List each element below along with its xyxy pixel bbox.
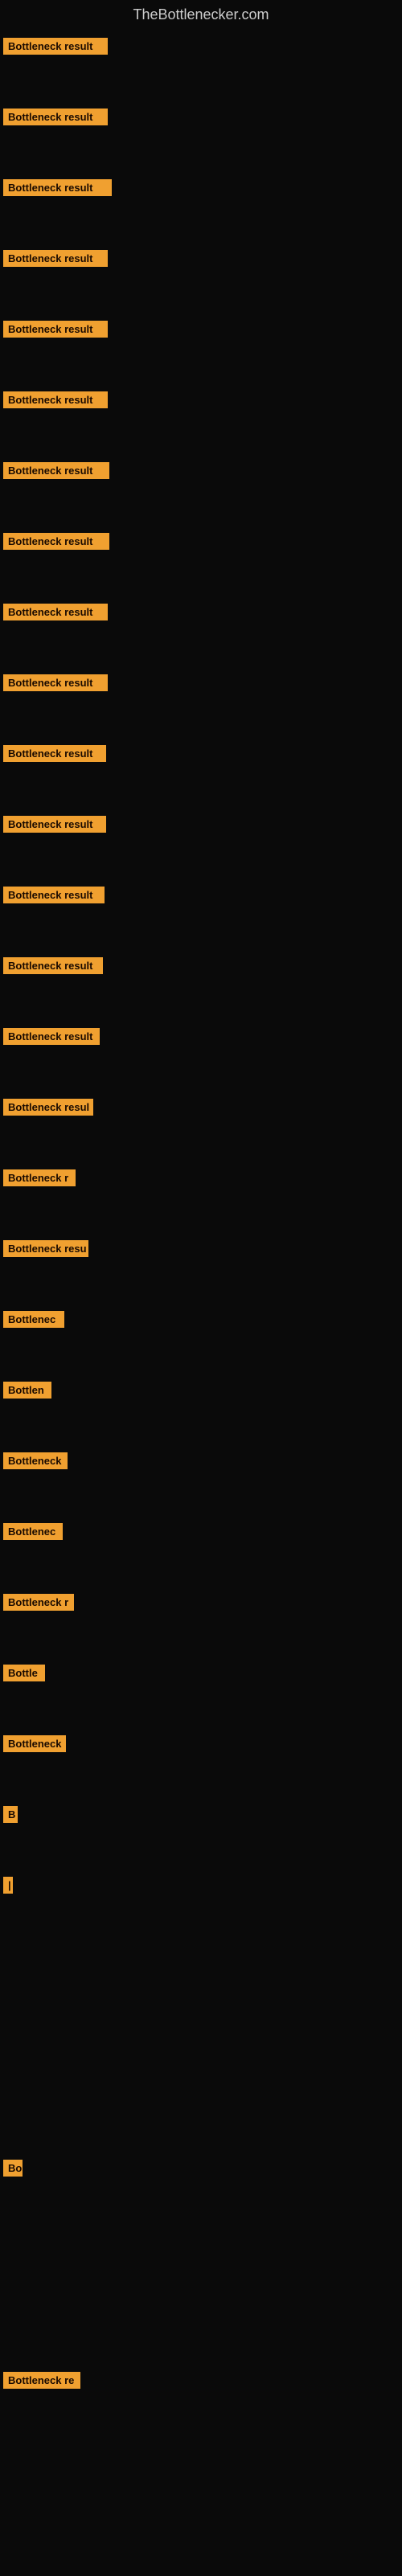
row-25: Bottleneck <box>0 1727 402 1798</box>
row-10: Bottleneck result <box>0 666 402 737</box>
row-16: Bottleneck resul <box>0 1091 402 1161</box>
bottleneck-label-15: Bottleneck result <box>3 1028 100 1045</box>
row-1: Bottleneck result <box>0 30 402 100</box>
bottleneck-label-24: Bottle <box>3 1665 45 1681</box>
bottleneck-label-27: | <box>3 1877 13 1894</box>
bottleneck-label-26: B <box>3 1806 18 1823</box>
bottleneck-label-14: Bottleneck result <box>3 957 103 974</box>
bottleneck-label-2: Bottleneck result <box>3 109 108 125</box>
bottleneck-label-13: Bottleneck result <box>3 887 105 903</box>
bottleneck-label-31: Bo <box>3 2160 23 2177</box>
row-30 <box>0 2081 402 2152</box>
row-11: Bottleneck result <box>0 737 402 808</box>
row-2: Bottleneck result <box>0 100 402 171</box>
row-20: Bottlen <box>0 1374 402 1444</box>
row-21: Bottleneck <box>0 1444 402 1515</box>
bottleneck-label-18: Bottleneck resu <box>3 1240 88 1257</box>
row-9: Bottleneck result <box>0 596 402 666</box>
row-17: Bottleneck r <box>0 1161 402 1232</box>
row-22: Bottlenec <box>0 1515 402 1586</box>
row-8: Bottleneck result <box>0 525 402 596</box>
bottleneck-label-3: Bottleneck result <box>3 179 112 196</box>
row-4: Bottleneck result <box>0 242 402 313</box>
row-26: B <box>0 1798 402 1869</box>
bottleneck-label-22: Bottlenec <box>3 1523 63 1540</box>
bottleneck-label-4: Bottleneck result <box>3 250 108 267</box>
bottleneck-label-19: Bottlenec <box>3 1311 64 1328</box>
row-23: Bottleneck r <box>0 1586 402 1657</box>
bottleneck-label-11: Bottleneck result <box>3 745 106 762</box>
row-29 <box>0 2010 402 2081</box>
bottleneck-label-34: Bottleneck re <box>3 2372 80 2389</box>
bottleneck-label-20: Bottlen <box>3 1382 51 1399</box>
bottleneck-label-21: Bottleneck <box>3 1452 68 1469</box>
row-7: Bottleneck result <box>0 454 402 525</box>
bottleneck-label-5: Bottleneck result <box>3 321 108 338</box>
row-33 <box>0 2293 402 2364</box>
row-19: Bottlenec <box>0 1303 402 1374</box>
bottleneck-label-9: Bottleneck result <box>3 604 108 620</box>
row-18: Bottleneck resu <box>0 1232 402 1303</box>
bottleneck-label-8: Bottleneck result <box>3 533 109 550</box>
bottleneck-label-1: Bottleneck result <box>3 38 108 55</box>
bottleneck-label-16: Bottleneck resul <box>3 1099 93 1116</box>
bottleneck-label-7: Bottleneck result <box>3 462 109 479</box>
bottleneck-label-17: Bottleneck r <box>3 1169 76 1186</box>
bottleneck-label-12: Bottleneck result <box>3 816 106 833</box>
row-32 <box>0 2222 402 2293</box>
bottleneck-label-10: Bottleneck result <box>3 674 108 691</box>
row-31: Bo <box>0 2152 402 2222</box>
bottleneck-label-23: Bottleneck r <box>3 1594 74 1611</box>
row-12: Bottleneck result <box>0 808 402 878</box>
row-24: Bottle <box>0 1657 402 1727</box>
row-14: Bottleneck result <box>0 949 402 1020</box>
site-title: TheBottlenecker.com <box>0 0 402 30</box>
bottleneck-label-25: Bottleneck <box>3 1735 66 1752</box>
row-27: | <box>0 1869 402 1939</box>
row-35 <box>0 2435 402 2505</box>
row-6: Bottleneck result <box>0 383 402 454</box>
row-13: Bottleneck result <box>0 878 402 949</box>
row-36 <box>0 2505 402 2576</box>
row-28 <box>0 1939 402 2010</box>
row-34: Bottleneck re <box>0 2364 402 2435</box>
row-5: Bottleneck result <box>0 313 402 383</box>
row-3: Bottleneck result <box>0 171 402 242</box>
bottleneck-label-6: Bottleneck result <box>3 391 108 408</box>
row-15: Bottleneck result <box>0 1020 402 1091</box>
